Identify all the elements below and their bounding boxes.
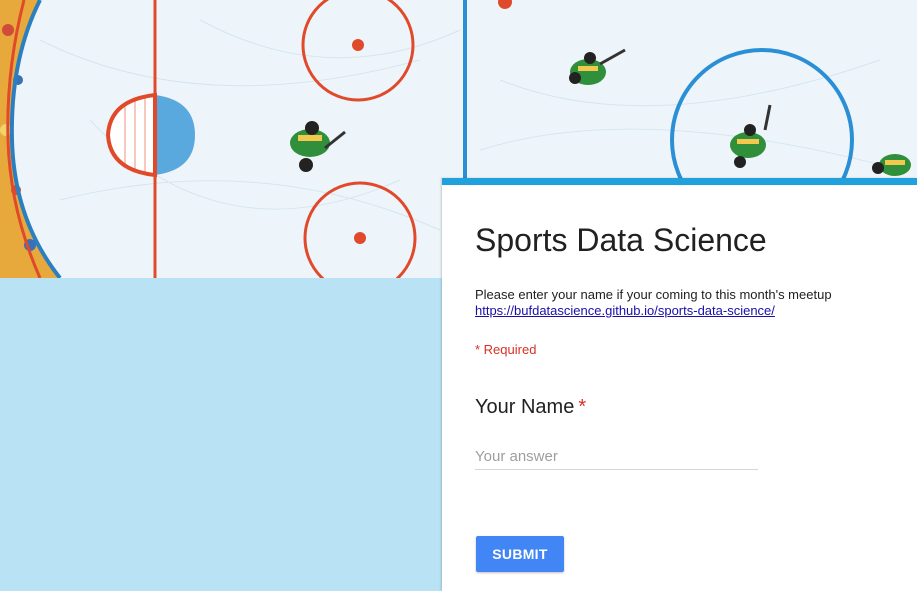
required-asterisk: * bbox=[578, 396, 587, 418]
question-label: Your Name bbox=[475, 396, 575, 418]
form-card: Sports Data Science Please enter your na… bbox=[442, 178, 917, 591]
form-description: Please enter your name if your coming to… bbox=[475, 287, 832, 319]
required-note: * Required bbox=[475, 342, 537, 357]
form-title: Sports Data Science bbox=[475, 222, 767, 258]
form-accent-bar bbox=[442, 178, 917, 185]
your-name-input[interactable] bbox=[475, 443, 758, 470]
question-title: Your Name * bbox=[475, 396, 586, 419]
meetup-link[interactable]: https://bufdatascience.github.io/sports-… bbox=[475, 303, 832, 319]
form-page: Sports Data Science Please enter your na… bbox=[0, 0, 917, 591]
form-description-text: Please enter your name if your coming to… bbox=[475, 287, 832, 302]
submit-button[interactable]: SUBMIT bbox=[476, 536, 564, 572]
